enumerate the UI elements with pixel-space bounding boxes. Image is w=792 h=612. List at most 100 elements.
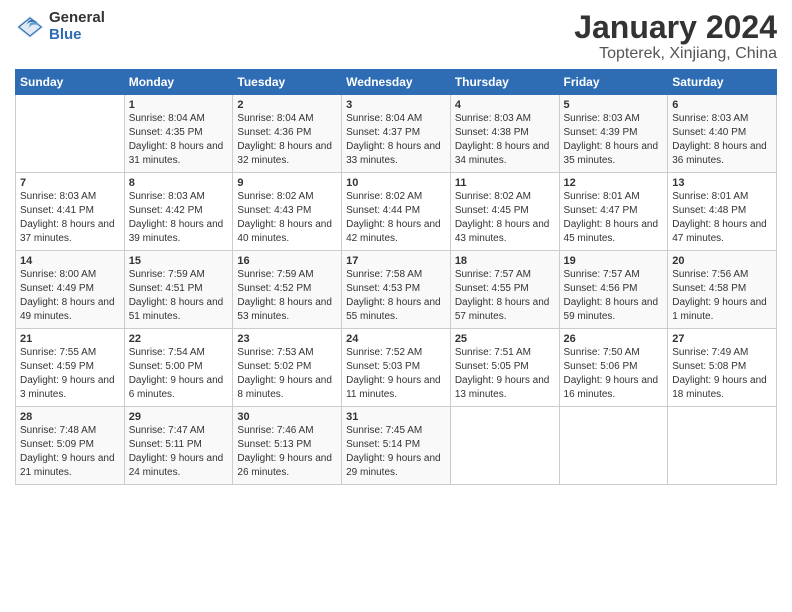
day-number: 7 bbox=[20, 177, 120, 189]
day-cell: 2 Sunrise: 8:04 AMSunset: 4:36 PMDaylight… bbox=[233, 95, 342, 173]
day-info: Sunrise: 8:03 AMSunset: 4:38 PMDaylight:… bbox=[455, 113, 550, 166]
day-cell: 24 Sunrise: 7:52 AMSunset: 5:03 PMDayligh… bbox=[342, 329, 451, 407]
col-header-monday: Monday bbox=[124, 70, 233, 95]
day-cell: 11 Sunrise: 8:02 AMSunset: 4:45 PMDayligh… bbox=[450, 173, 559, 251]
day-info: Sunrise: 7:57 AMSunset: 4:55 PMDaylight:… bbox=[455, 269, 550, 322]
day-info: Sunrise: 8:03 AMSunset: 4:42 PMDaylight:… bbox=[129, 191, 224, 244]
day-info: Sunrise: 7:50 AMSunset: 5:06 PMDaylight:… bbox=[564, 347, 659, 400]
day-info: Sunrise: 7:48 AMSunset: 5:09 PMDaylight:… bbox=[20, 425, 115, 478]
day-number: 1 bbox=[129, 99, 229, 111]
day-info: Sunrise: 7:55 AMSunset: 4:59 PMDaylight:… bbox=[20, 347, 115, 400]
day-cell: 27Sunrise: 7:49 AMSunset: 5:08 PMDayligh… bbox=[668, 329, 777, 407]
day-cell: 25Sunrise: 7:51 AMSunset: 5:05 PMDayligh… bbox=[450, 329, 559, 407]
day-info: Sunrise: 7:53 AMSunset: 5:02 PMDaylight:… bbox=[237, 347, 332, 400]
day-number: 20 bbox=[672, 255, 772, 267]
day-info: Sunrise: 8:01 AMSunset: 4:47 PMDaylight:… bbox=[564, 191, 659, 244]
day-number: 10 bbox=[346, 177, 446, 189]
day-cell: 23 Sunrise: 7:53 AMSunset: 5:02 PMDayligh… bbox=[233, 329, 342, 407]
day-cell: 10 Sunrise: 8:02 AMSunset: 4:44 PMDayligh… bbox=[342, 173, 451, 251]
day-info: Sunrise: 7:46 AMSunset: 5:13 PMDaylight:… bbox=[237, 425, 332, 478]
day-number: 31 bbox=[346, 411, 446, 423]
day-cell: 4Sunrise: 8:03 AMSunset: 4:38 PMDaylight… bbox=[450, 95, 559, 173]
day-cell: 22 Sunrise: 7:54 AMSunset: 5:00 PMDayligh… bbox=[124, 329, 233, 407]
day-info: Sunrise: 8:04 AMSunset: 4:36 PMDaylight:… bbox=[237, 113, 332, 166]
day-number: 17 bbox=[346, 255, 446, 267]
day-number: 29 bbox=[129, 411, 229, 423]
day-number: 8 bbox=[129, 177, 229, 189]
day-cell: 6 Sunrise: 8:03 AMSunset: 4:40 PMDaylight… bbox=[668, 95, 777, 173]
day-info: Sunrise: 7:52 AMSunset: 5:03 PMDaylight:… bbox=[346, 347, 441, 400]
day-number: 11 bbox=[455, 177, 555, 189]
day-number: 6 bbox=[672, 99, 772, 111]
day-cell: 18 Sunrise: 7:57 AMSunset: 4:55 PMDayligh… bbox=[450, 251, 559, 329]
day-number: 26 bbox=[564, 333, 664, 345]
logo-blue-text: Blue bbox=[49, 27, 105, 44]
day-number: 5 bbox=[564, 99, 664, 111]
day-number: 24 bbox=[346, 333, 446, 345]
day-cell bbox=[559, 407, 668, 485]
day-info: Sunrise: 8:03 AMSunset: 4:39 PMDaylight:… bbox=[564, 113, 659, 166]
day-number: 15 bbox=[129, 255, 229, 267]
logo: General Blue bbox=[15, 10, 105, 43]
day-number: 23 bbox=[237, 333, 337, 345]
col-header-friday: Friday bbox=[559, 70, 668, 95]
day-info: Sunrise: 7:54 AMSunset: 5:00 PMDaylight:… bbox=[129, 347, 224, 400]
day-info: Sunrise: 8:02 AMSunset: 4:45 PMDaylight:… bbox=[455, 191, 550, 244]
day-number: 12 bbox=[564, 177, 664, 189]
day-cell: 15 Sunrise: 7:59 AMSunset: 4:51 PMDayligh… bbox=[124, 251, 233, 329]
day-info: Sunrise: 7:59 AMSunset: 4:52 PMDaylight:… bbox=[237, 269, 332, 322]
page-subtitle: Topterek, Xinjiang, China bbox=[574, 45, 777, 63]
day-info: Sunrise: 8:03 AMSunset: 4:40 PMDaylight:… bbox=[672, 113, 767, 166]
page-title: January 2024 bbox=[574, 10, 777, 45]
logo-icon bbox=[15, 12, 45, 42]
day-info: Sunrise: 7:45 AMSunset: 5:14 PMDaylight:… bbox=[346, 425, 441, 478]
col-header-saturday: Saturday bbox=[668, 70, 777, 95]
day-cell: 17Sunrise: 7:58 AMSunset: 4:53 PMDayligh… bbox=[342, 251, 451, 329]
day-cell: 8 Sunrise: 8:03 AMSunset: 4:42 PMDaylight… bbox=[124, 173, 233, 251]
day-cell: 14 Sunrise: 8:00 AMSunset: 4:49 PMDayligh… bbox=[16, 251, 125, 329]
day-info: Sunrise: 7:57 AMSunset: 4:56 PMDaylight:… bbox=[564, 269, 659, 322]
col-header-wednesday: Wednesday bbox=[342, 70, 451, 95]
day-number: 30 bbox=[237, 411, 337, 423]
day-info: Sunrise: 7:51 AMSunset: 5:05 PMDaylight:… bbox=[455, 347, 550, 400]
day-info: Sunrise: 8:02 AMSunset: 4:43 PMDaylight:… bbox=[237, 191, 332, 244]
day-info: Sunrise: 7:56 AMSunset: 4:58 PMDaylight:… bbox=[672, 269, 767, 322]
week-row-5: 28Sunrise: 7:48 AMSunset: 5:09 PMDayligh… bbox=[16, 407, 777, 485]
day-cell: 20 Sunrise: 7:56 AMSunset: 4:58 PMDayligh… bbox=[668, 251, 777, 329]
day-number: 27 bbox=[672, 333, 772, 345]
day-number: 18 bbox=[455, 255, 555, 267]
week-row-4: 21 Sunrise: 7:55 AMSunset: 4:59 PMDayligh… bbox=[16, 329, 777, 407]
day-cell: 31 Sunrise: 7:45 AMSunset: 5:14 PMDayligh… bbox=[342, 407, 451, 485]
day-info: Sunrise: 8:01 AMSunset: 4:48 PMDaylight:… bbox=[672, 191, 767, 244]
header: General Blue January 2024 Topterek, Xinj… bbox=[15, 10, 777, 63]
day-cell bbox=[16, 95, 125, 173]
day-info: Sunrise: 8:03 AMSunset: 4:41 PMDaylight:… bbox=[20, 191, 115, 244]
day-cell: 30 Sunrise: 7:46 AMSunset: 5:13 PMDayligh… bbox=[233, 407, 342, 485]
day-number: 13 bbox=[672, 177, 772, 189]
day-cell bbox=[668, 407, 777, 485]
day-number: 22 bbox=[129, 333, 229, 345]
header-row: SundayMondayTuesdayWednesdayThursdayFrid… bbox=[16, 70, 777, 95]
day-number: 9 bbox=[237, 177, 337, 189]
col-header-thursday: Thursday bbox=[450, 70, 559, 95]
day-number: 3 bbox=[346, 99, 446, 111]
day-number: 14 bbox=[20, 255, 120, 267]
day-number: 16 bbox=[237, 255, 337, 267]
day-info: Sunrise: 8:02 AMSunset: 4:44 PMDaylight:… bbox=[346, 191, 441, 244]
day-info: Sunrise: 7:47 AMSunset: 5:11 PMDaylight:… bbox=[129, 425, 224, 478]
week-row-3: 14 Sunrise: 8:00 AMSunset: 4:49 PMDayligh… bbox=[16, 251, 777, 329]
day-number: 21 bbox=[20, 333, 120, 345]
col-header-tuesday: Tuesday bbox=[233, 70, 342, 95]
day-cell: 28Sunrise: 7:48 AMSunset: 5:09 PMDayligh… bbox=[16, 407, 125, 485]
day-info: Sunrise: 7:59 AMSunset: 4:51 PMDaylight:… bbox=[129, 269, 224, 322]
day-cell: 13 Sunrise: 8:01 AMSunset: 4:48 PMDayligh… bbox=[668, 173, 777, 251]
day-info: Sunrise: 8:04 AMSunset: 4:35 PMDaylight:… bbox=[129, 113, 224, 166]
day-info: Sunrise: 8:00 AMSunset: 4:49 PMDaylight:… bbox=[20, 269, 115, 322]
day-number: 2 bbox=[237, 99, 337, 111]
day-cell: 5 Sunrise: 8:03 AMSunset: 4:39 PMDaylight… bbox=[559, 95, 668, 173]
day-cell: 9 Sunrise: 8:02 AMSunset: 4:43 PMDaylight… bbox=[233, 173, 342, 251]
day-number: 19 bbox=[564, 255, 664, 267]
week-row-1: 1 Sunrise: 8:04 AMSunset: 4:35 PMDaylight… bbox=[16, 95, 777, 173]
week-row-2: 7 Sunrise: 8:03 AMSunset: 4:41 PMDaylight… bbox=[16, 173, 777, 251]
day-cell: 12 Sunrise: 8:01 AMSunset: 4:47 PMDayligh… bbox=[559, 173, 668, 251]
